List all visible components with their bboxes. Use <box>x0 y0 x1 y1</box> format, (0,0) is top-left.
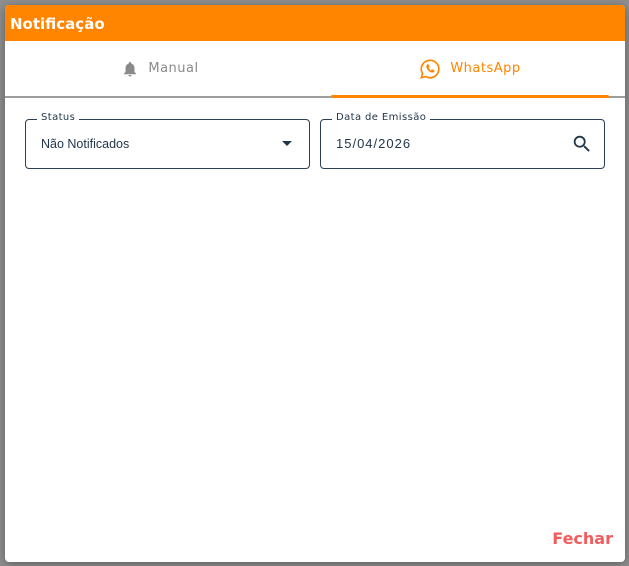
whatsapp-icon <box>419 58 441 80</box>
tab-bar: Manual WhatsApp <box>5 41 625 98</box>
issue-date-field[interactable]: Data de Emissão 15/04/2026 <box>320 112 605 169</box>
bell-icon <box>121 59 139 79</box>
tab-whatsapp[interactable]: WhatsApp <box>315 41 625 96</box>
tab-whatsapp-label: WhatsApp <box>450 61 521 76</box>
dialog-title: Notificação <box>5 5 625 41</box>
tab-manual[interactable]: Manual <box>5 41 315 96</box>
dropdown-arrow-icon[interactable] <box>282 141 292 146</box>
search-icon[interactable] <box>571 133 593 160</box>
tab-manual-label: Manual <box>148 61 199 76</box>
status-value: Não Notificados <box>41 137 130 151</box>
close-button[interactable]: Fechar <box>552 529 613 548</box>
issue-date-label: Data de Emissão <box>332 112 431 123</box>
status-label: Status <box>37 112 80 123</box>
status-select[interactable]: Status Não Notificados <box>25 112 310 169</box>
notification-dialog: Notificação Manual WhatsApp Status Não N… <box>5 5 625 562</box>
filter-row: Status Não Notificados Data de Emissão 1… <box>5 98 625 198</box>
issue-date-value[interactable]: 15/04/2026 <box>336 136 411 151</box>
